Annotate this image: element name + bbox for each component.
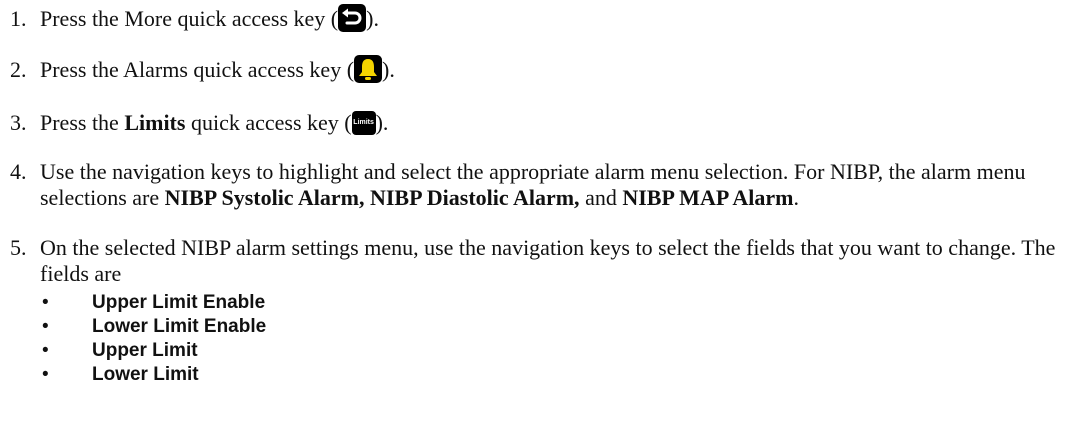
step-text: Press the (40, 109, 125, 135)
step-text-end: . (793, 184, 799, 210)
step-text: Press the More quick access key ( (40, 6, 339, 31)
bullet: • (42, 339, 49, 361)
procedure-steps: 1. Press the More quick access key (). 2… (0, 0, 1071, 387)
step-number: 5. (10, 234, 27, 260)
limits-emphasis: Limits (124, 109, 186, 135)
field-name: Upper Limit Enable (92, 291, 266, 313)
step-2: 2. Press the Alarms quick access key (). (0, 54, 1071, 86)
more-return-arrow-icon (338, 3, 367, 32)
step-4: 4. Use the navigation keys to highlight … (0, 159, 1071, 211)
step-number: 1. (10, 6, 27, 31)
step-number: 2. (10, 56, 27, 82)
step-text: On the selected NIBP alarm settings menu… (40, 234, 1056, 286)
step-5: 5. On the selected NIBP alarm settings m… (0, 235, 1071, 387)
step-number: 4. (10, 158, 27, 184)
step-3: 3. Press the Limits quick access key (Li… (0, 110, 1071, 137)
list-item: • Upper Limit (40, 339, 1071, 363)
step-number: 3. (10, 109, 27, 135)
field-name: Upper Limit (92, 339, 198, 361)
limits-key-icon: Limits (351, 110, 376, 135)
step-text: Press the Alarms quick access key ( (40, 56, 355, 82)
fields-list: • Upper Limit Enable • Lower Limit Enable … (40, 291, 1071, 387)
step-text-end: ). (375, 109, 389, 135)
step-text-middle: quick access key ( (185, 109, 352, 135)
step-text-and: and (579, 184, 623, 210)
alarm-bell-icon (354, 54, 383, 83)
field-name: Lower Limit Enable (92, 315, 267, 337)
bullet: • (42, 363, 49, 385)
list-item: • Lower Limit (40, 363, 1071, 387)
step-1: 1. Press the More quick access key (). (0, 3, 1071, 35)
list-item: • Upper Limit Enable (40, 291, 1071, 315)
bullet: • (42, 315, 49, 337)
list-item: • Lower Limit Enable (40, 315, 1071, 339)
field-name: Lower Limit (92, 363, 199, 385)
map-alarm-emphasis: NIBP MAP Alarm (622, 184, 794, 210)
step-text-end: ). (382, 56, 395, 82)
alarm-selections-emphasis: NIBP Systolic Alarm, NIBP Diastolic Alar… (164, 184, 580, 210)
step-text-end: ). (366, 6, 379, 31)
bullet: • (42, 291, 49, 313)
